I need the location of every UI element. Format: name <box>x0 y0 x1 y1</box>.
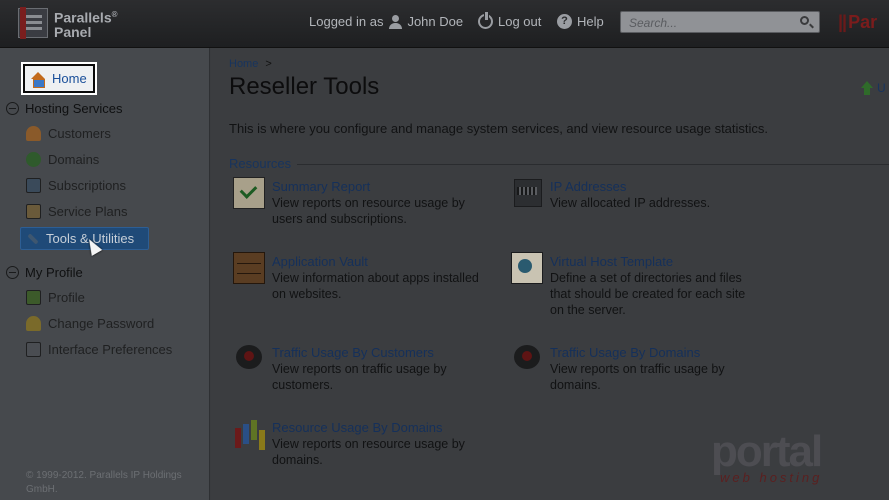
sidebar-item-label: Profile <box>48 290 85 305</box>
copyright-text: © 1999-2012. Parallels IP Holdings GmbH. <box>26 470 182 495</box>
brand-registered-mark: ® <box>111 10 118 19</box>
section-divider <box>297 164 889 165</box>
collapse-icon <box>6 102 19 115</box>
breadcrumb: Home > <box>229 58 272 70</box>
tool-description: View reports on resource usage by users … <box>272 196 465 226</box>
profile-icon <box>26 290 41 305</box>
collapse-icon <box>6 266 19 279</box>
tool-description: View information about apps installed on… <box>272 271 479 301</box>
logout-link[interactable]: Log out <box>478 12 542 29</box>
sidebar-item-change-password[interactable]: Change Password <box>26 316 154 331</box>
help-link[interactable]: ? Help <box>557 14 604 29</box>
sidebar-item-label: Service Plans <box>48 204 128 219</box>
bar-chart-icon <box>233 418 265 450</box>
tool-virtual-host-template: Virtual Host Template Define a set of di… <box>511 252 761 318</box>
sidebar-item-label: Domains <box>48 152 100 167</box>
key-icon <box>26 316 41 331</box>
sidebar-item-tools-utilities[interactable]: Tools & Utilities <box>20 227 149 250</box>
section-title: Hosting Services <box>25 101 123 116</box>
up-level-label: U <box>877 81 886 95</box>
parallels-corner-logo: || Par <box>838 12 878 32</box>
parallels-panel-logo[interactable]: Parallels® Panel <box>18 7 118 40</box>
tool-traffic-usage-by-customers: Traffic Usage By Customers View reports … <box>233 345 483 393</box>
section-title: My Profile <box>25 265 83 280</box>
tool-description: View reports on resource usage by domain… <box>272 437 465 467</box>
section-hosting-services[interactable]: Hosting Services <box>6 101 123 116</box>
portal-watermark: portal <box>711 427 823 476</box>
tool-description: View reports on traffic usage by custome… <box>272 362 447 392</box>
help-icon: ? <box>557 14 572 29</box>
tool-title-link[interactable]: Traffic Usage By Customers <box>272 345 483 361</box>
tools-icon <box>27 232 39 245</box>
sidebar-item-customers[interactable]: Customers <box>26 126 111 141</box>
tool-title-link[interactable]: Resource Usage By Domains <box>272 420 483 436</box>
section-my-profile[interactable]: My Profile <box>6 265 83 280</box>
logged-in-label: Logged in as <box>309 14 384 29</box>
traffic-gauge-icon <box>511 343 543 375</box>
tool-title-link[interactable]: Virtual Host Template <box>550 254 761 270</box>
page-description: This is where you configure and manage s… <box>229 121 769 136</box>
ip-addresses-icon <box>511 177 543 209</box>
resources-label: Resources <box>229 156 292 171</box>
search-icon[interactable] <box>800 16 809 25</box>
resources-heading: Resources <box>229 156 889 171</box>
domains-icon <box>26 152 41 167</box>
search-box <box>620 11 820 33</box>
sidebar-item-label: Change Password <box>48 316 155 331</box>
sidebar-item-interface-preferences[interactable]: Interface Preferences <box>26 342 172 357</box>
sidebar-item-label: Subscriptions <box>48 178 127 193</box>
preferences-icon <box>26 342 41 357</box>
tool-summary-report: Summary Report View reports on resource … <box>233 177 483 227</box>
tool-title-link[interactable]: Summary Report <box>272 179 483 195</box>
traffic-gauge-icon <box>233 343 265 375</box>
brand-subname: Panel <box>54 23 92 40</box>
sidebar-item-label: Customers <box>48 126 111 141</box>
power-icon <box>478 12 493 29</box>
sidebar-item-domains[interactable]: Domains <box>26 152 99 167</box>
breadcrumb-home-link[interactable]: Home <box>229 58 258 70</box>
tool-application-vault: Application Vault View information about… <box>233 252 495 302</box>
tool-traffic-usage-by-domains: Traffic Usage By Domains View reports on… <box>511 345 761 393</box>
corner-logo-text: Par <box>848 12 878 32</box>
home-button[interactable]: Home <box>21 62 97 95</box>
tool-resource-usage-by-domains: Resource Usage By Domains View reports o… <box>233 420 483 468</box>
tool-ip-addresses: IP Addresses View allocated IP addresses… <box>511 179 771 211</box>
portal-watermark-sub: web hosting <box>720 470 823 485</box>
help-label: Help <box>577 14 604 29</box>
tool-title-link[interactable]: Traffic Usage By Domains <box>550 345 761 361</box>
sidebar-item-subscriptions[interactable]: Subscriptions <box>26 178 126 193</box>
breadcrumb-separator: > <box>265 58 272 70</box>
customers-icon <box>26 126 41 141</box>
search-input[interactable] <box>621 13 791 33</box>
virtual-host-template-icon <box>511 252 543 284</box>
up-arrow-icon <box>861 81 873 95</box>
application-vault-icon <box>233 252 265 284</box>
page-title: Reseller Tools <box>229 73 380 100</box>
top-header: Parallels® Panel Logged in as John Doe L… <box>0 0 889 48</box>
sidebar-item-profile[interactable]: Profile <box>26 290 85 305</box>
user-icon <box>388 14 403 29</box>
logout-label: Log out <box>498 14 542 29</box>
logged-in-info: Logged in as John Doe <box>309 14 463 29</box>
service-plans-icon <box>26 204 41 219</box>
tool-description: View reports on traffic usage by domains… <box>550 362 725 392</box>
parallels-logo-icon <box>18 7 48 40</box>
tool-description: Define a set of directories and files th… <box>550 271 746 317</box>
user-name-link[interactable]: John Doe <box>407 14 463 29</box>
sidebar-item-service-plans[interactable]: Service Plans <box>26 204 127 219</box>
subscriptions-icon <box>26 178 41 193</box>
up-level-link[interactable]: U <box>861 81 886 95</box>
tool-title-link[interactable]: IP Addresses <box>550 179 710 195</box>
sidebar-item-label: Interface Preferences <box>48 342 173 357</box>
summary-report-icon <box>233 177 265 209</box>
home-icon <box>30 71 46 88</box>
tool-description: View allocated IP addresses. <box>550 196 711 210</box>
home-label: Home <box>52 71 87 86</box>
tool-title-link[interactable]: Application Vault <box>272 254 495 270</box>
